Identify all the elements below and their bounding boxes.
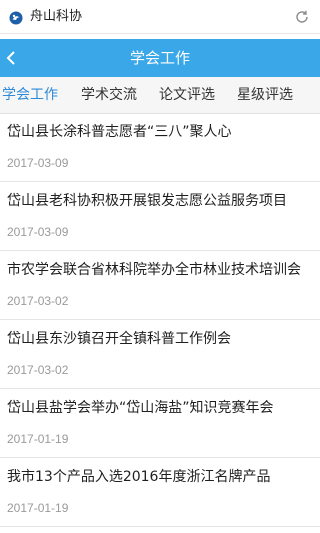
news-title[interactable]: 我市13个产品入选2016年度浙江名牌产品 — [7, 467, 314, 487]
news-list: 岱山县长涂科普志愿者“三八”聚人心 2017-03-09 岱山县老科协积极开展银… — [0, 113, 320, 527]
refresh-icon[interactable] — [294, 9, 310, 25]
app-header: 学会工作 — [0, 39, 320, 77]
list-item[interactable]: 市农学会联合省林科院举办全市林业技术培训会 2017-03-02 — [0, 251, 320, 320]
tab-bar: 学会工作 学术交流 论文评选 星级评选 — [0, 77, 320, 114]
news-title[interactable]: 岱山县东沙镇召开全镇科普工作例会 — [7, 329, 314, 349]
news-date: 2017-03-02 — [7, 363, 69, 377]
news-title[interactable]: 岱山县老科协积极开展银发志愿公益服务项目 — [7, 191, 314, 211]
news-date: 2017-03-02 — [7, 294, 69, 308]
list-item[interactable]: 岱山县东沙镇召开全镇科普工作例会 2017-03-02 — [0, 320, 320, 389]
news-title[interactable]: 岱山县长涂科普志愿者“三八”聚人心 — [7, 122, 314, 142]
site-logo-icon — [9, 10, 23, 25]
page-title: 学会工作 — [129, 49, 190, 67]
news-date: 2017-01-19 — [7, 432, 69, 446]
news-title[interactable]: 市农学会联合省林科院举办全市林业技术培训会 — [7, 260, 314, 280]
tab-xuehui-gongzuo[interactable]: 学会工作 — [2, 77, 58, 113]
news-date: 2017-01-19 — [7, 501, 69, 515]
list-item[interactable]: 岱山县老科协积极开展银发志愿公益服务项目 2017-03-09 — [0, 182, 320, 251]
news-date: 2017-03-09 — [7, 225, 69, 239]
address-text[interactable]: 舟山科协 — [30, 8, 82, 25]
tab-lunwen-pingxuan[interactable]: 论文评选 — [159, 77, 215, 113]
address-bar[interactable]: 舟山科协 — [0, 0, 320, 34]
list-item[interactable]: 岱山县盐学会举办“岱山海盐”知识竞赛年会 2017-01-19 — [0, 389, 320, 458]
tab-xingji-pingxuan[interactable]: 星级评选 — [237, 77, 293, 113]
news-date: 2017-03-09 — [7, 156, 69, 170]
news-title[interactable]: 岱山县盐学会举办“岱山海盐”知识竞赛年会 — [7, 398, 314, 418]
list-item[interactable]: 我市13个产品入选2016年度浙江名牌产品 2017-01-19 — [0, 458, 320, 527]
list-item[interactable]: 岱山县长涂科普志愿者“三八”聚人心 2017-03-09 — [0, 113, 320, 182]
tab-xueshu-jiaoliu[interactable]: 学术交流 — [81, 77, 137, 113]
